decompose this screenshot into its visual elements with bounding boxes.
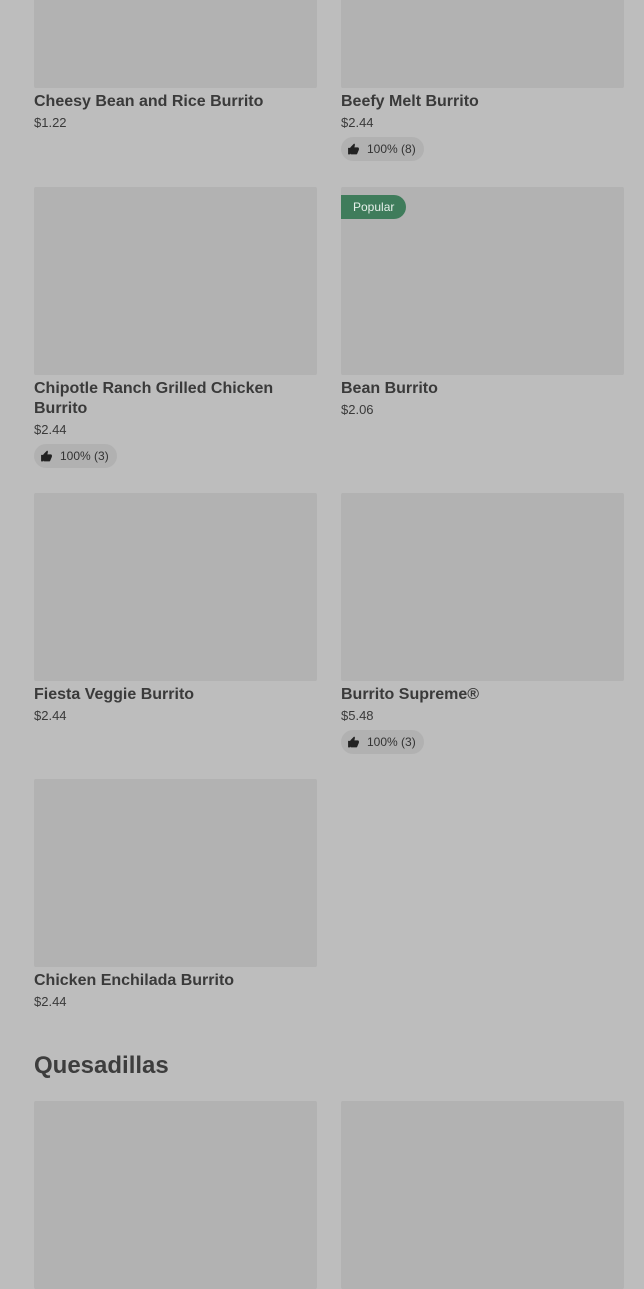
- item-image: [34, 493, 317, 681]
- rating-badge: 100% (3): [341, 730, 424, 754]
- rating-badge: 100% (3): [34, 444, 117, 468]
- item-image: [341, 1101, 624, 1289]
- item-image: [341, 0, 624, 88]
- item-price: $2.44: [34, 994, 67, 1009]
- thumbs-up-icon: [348, 736, 359, 747]
- item-image: [341, 493, 624, 681]
- menu-item-card[interactable]: Fiesta Veggie Burrito $2.44: [34, 493, 317, 724]
- menu-item-card[interactable]: Cheesy Bean and Rice Burrito $1.22: [34, 0, 317, 131]
- item-price: $2.44: [341, 115, 374, 130]
- item-name: Chipotle Ranch Grilled Chicken Burrito: [34, 380, 274, 417]
- item-image: [34, 187, 317, 375]
- popular-badge: Popular: [341, 195, 407, 219]
- menu-item-card[interactable]: Popular Bean Burrito $2.06: [341, 187, 624, 418]
- item-image: [34, 779, 317, 967]
- section-title-quesadillas: Quesadillas: [34, 1052, 169, 1079]
- item-price: $2.44: [34, 422, 67, 437]
- menu-item-card[interactable]: Burrito Supreme® $5.48 100% (3): [341, 493, 624, 754]
- thumbs-up-icon: [348, 143, 359, 154]
- item-name: Chicken Enchilada Burrito: [34, 972, 235, 989]
- item-name: Fiesta Veggie Burrito: [34, 686, 195, 703]
- rating-text: 100% (8): [367, 142, 416, 156]
- item-name: Bean Burrito: [341, 380, 438, 397]
- menu-item-card[interactable]: [341, 1101, 624, 1289]
- item-price: $1.22: [34, 115, 67, 130]
- item-name: Burrito Supreme®: [341, 686, 480, 703]
- menu-item-card[interactable]: Chicken Enchilada Burrito $2.44: [34, 779, 317, 1010]
- item-price: $2.44: [34, 708, 67, 723]
- menu-item-card[interactable]: [34, 1101, 317, 1289]
- item-price: $5.48: [341, 708, 374, 723]
- rating-text: 100% (3): [367, 735, 416, 749]
- item-image: Popular: [341, 187, 624, 375]
- item-name: Cheesy Bean and Rice Burrito: [34, 93, 264, 110]
- item-image: [34, 0, 317, 88]
- menu-item-card[interactable]: Beefy Melt Burrito $2.44 100% (8): [341, 0, 624, 161]
- item-image: [34, 1101, 317, 1289]
- item-name: Beefy Melt Burrito: [341, 93, 479, 110]
- thumbs-up-icon: [41, 450, 52, 461]
- rating-badge: 100% (8): [341, 137, 424, 161]
- item-price: $2.06: [341, 402, 374, 417]
- rating-text: 100% (3): [60, 449, 109, 463]
- menu-item-card[interactable]: Chipotle Ranch Grilled Chicken Burrito $…: [34, 187, 317, 468]
